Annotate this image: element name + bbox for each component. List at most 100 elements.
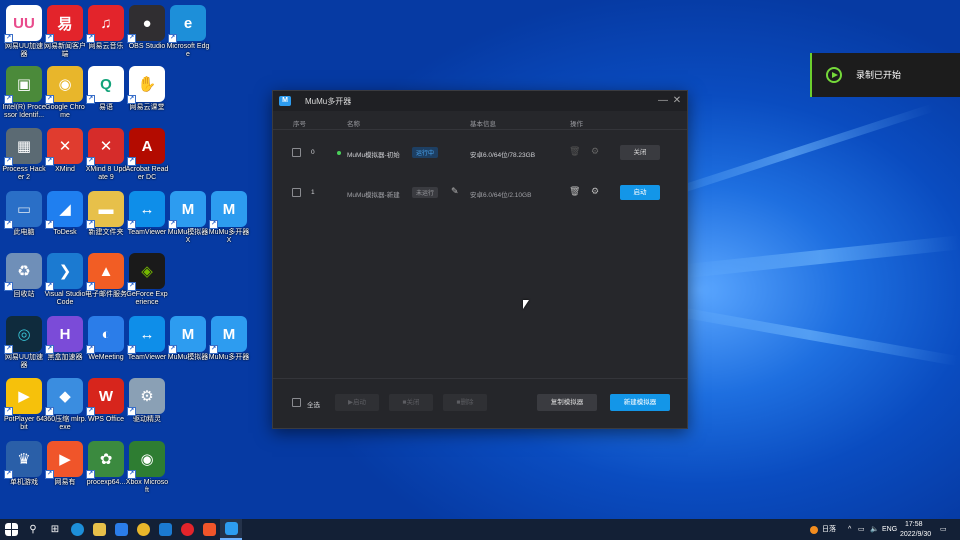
desktop-icon[interactable]: H ↗ 黑盒加速器 xyxy=(43,316,87,362)
desktop-icon-label: 黑盒加速器 xyxy=(47,354,83,361)
table-row[interactable]: 0 MuMu模拟器-初始 运行中 安卓6.0/64位/78.23GB 🗑 ⚙ 关… xyxy=(273,135,687,171)
chrome-taskbar-icon[interactable] xyxy=(132,519,154,540)
desktop-icon[interactable]: ● ↗ OBS Studio xyxy=(125,5,169,51)
app-icon: ▦ ↗ xyxy=(4,128,42,166)
desktop-icon[interactable]: W ↗ WPS Office xyxy=(84,378,128,424)
shortcut-arrow-icon: ↗ xyxy=(45,34,54,43)
gear-icon[interactable]: ⚙ xyxy=(591,186,599,197)
notification-center-icon[interactable]: ▭ xyxy=(940,519,947,540)
batch-start-button[interactable]: ▶启动 xyxy=(335,394,379,411)
table-row[interactable]: 1 MuMu模拟器-新建 ✎ 未运行 安卓6.0/64位/2.10GB 🗑 ⚙ … xyxy=(273,175,687,211)
desktop-icon[interactable]: ↔ ↗ TeamViewer xyxy=(125,191,169,237)
start-button[interactable] xyxy=(0,519,22,540)
desktop-icon[interactable]: ◉ ↗ Google Chrome xyxy=(43,66,87,120)
shortcut-arrow-icon: ↗ xyxy=(4,407,13,416)
col-actions: 操作 xyxy=(570,121,583,128)
app-icon: ↔ ↗ xyxy=(127,191,165,229)
desktop-icon[interactable]: M ↗ MuMu模拟器X xyxy=(166,191,210,245)
row-checkbox[interactable] xyxy=(292,148,301,157)
desktop-icon-label: procexp64... xyxy=(86,479,126,486)
volume-icon[interactable]: 🔈 xyxy=(870,519,879,540)
tray-expand-icon[interactable]: ^ xyxy=(848,519,851,540)
desktop-icon[interactable]: M ↗ MuMu多开器 xyxy=(207,316,251,362)
desktop-icon[interactable]: M ↗ MuMu多开器X xyxy=(207,191,251,245)
vscode-taskbar-icon[interactable] xyxy=(154,519,176,540)
trash-icon[interactable]: 🗑 xyxy=(569,146,580,157)
desktop-icon[interactable]: ♛ ↗ 单机游戏 xyxy=(2,441,46,487)
desktop-icon[interactable]: ◐ ↗ WeMeeting xyxy=(84,316,128,362)
ime-indicator[interactable]: ENG xyxy=(882,519,897,540)
desktop-icon[interactable]: 易 ↗ 网易新闻客户端 xyxy=(43,5,87,59)
select-all-checkbox[interactable] xyxy=(292,398,301,407)
desktop-icon[interactable]: ✋ ↗ 网易云课堂 xyxy=(125,66,169,112)
shortcut-arrow-icon: ↗ xyxy=(86,407,95,416)
desktop-icon[interactable]: ◎ ↗ 网易UU加速器 xyxy=(2,316,46,370)
desktop-icon[interactable]: ▲ ↗ 电子邮件服务 xyxy=(84,253,128,299)
desktop-icon[interactable]: ◢ ↗ ToDesk xyxy=(43,191,87,237)
trash-icon[interactable]: 🗑 xyxy=(569,186,580,197)
copy-emulator-button[interactable]: 复制模拟器 xyxy=(537,394,597,411)
desktop-icon[interactable]: e ↗ Microsoft Edge xyxy=(166,5,210,59)
row-info: 安卓6.0/64位/78.23GB xyxy=(470,152,536,159)
shortcut-arrow-icon: ↗ xyxy=(127,470,136,479)
desktop-icon[interactable]: ◆ ↗ 360压缩 mlrp.exe xyxy=(43,378,87,432)
desktop-icon[interactable]: A ↗ Acrobat Reader DC xyxy=(125,128,169,182)
desktop-icon[interactable]: UU ↗ 网易UU加速器 xyxy=(2,5,46,59)
desktop-icon[interactable]: ✕ ↗ XMind xyxy=(43,128,87,174)
desktop-icon[interactable]: ▶ ↗ PotPlayer 64 bit xyxy=(2,378,46,432)
netease-music-taskbar-icon[interactable] xyxy=(176,519,198,540)
desktop-icon[interactable]: ▭ ↗ 此电脑 xyxy=(2,191,46,237)
title-bar[interactable]: M MuMu多开器 — ✕ xyxy=(273,91,687,111)
app-icon: ◐ ↗ xyxy=(86,316,124,354)
minimize-button[interactable]: — xyxy=(657,95,669,107)
desktop-icon-label: MuMu模拟器X xyxy=(167,229,209,244)
desktop-icon[interactable]: Q ↗ 易语 xyxy=(84,66,128,112)
desktop-icon[interactable]: ⚙ ↗ 驱动精灵 xyxy=(125,378,169,424)
start-button[interactable]: 启动 xyxy=(620,185,660,200)
clock-date[interactable]: 2022/9/30 xyxy=(900,524,931,540)
desktop-icon[interactable]: ▬ ↗ 新建文件夹 xyxy=(84,191,128,237)
explorer-taskbar-icon[interactable] xyxy=(88,519,110,540)
desktop-icon[interactable]: ✕ ↗ XMind 8 Update 9 xyxy=(84,128,128,182)
stop-button[interactable]: 关闭 xyxy=(620,145,660,160)
app-icon: ◉ ↗ xyxy=(45,66,83,104)
mumu-taskbar-icon[interactable] xyxy=(220,519,242,540)
weather-text[interactable]: 日落 xyxy=(822,519,836,540)
task-view-icon[interactable]: ⊞ xyxy=(44,519,66,540)
desktop-icon[interactable]: ▦ ↗ Process Hacker 2 xyxy=(2,128,46,182)
desktop-icon[interactable]: ♻ ↗ 回收站 xyxy=(2,253,46,299)
app-taskbar-icon[interactable] xyxy=(198,519,220,540)
shortcut-arrow-icon: ↗ xyxy=(45,95,54,104)
shortcut-arrow-icon: ↗ xyxy=(86,345,95,354)
row-name: MuMu模拟器-初始 xyxy=(347,152,400,159)
desktop-icon[interactable]: M ↗ MuMu模拟器 xyxy=(166,316,210,362)
desktop-icon[interactable]: ◈ ↗ GeForce Experience xyxy=(125,253,169,307)
create-emulator-button[interactable]: 新建模拟器 xyxy=(610,394,670,411)
shortcut-arrow-icon: ↗ xyxy=(86,282,95,291)
desktop-icon[interactable]: ♫ ↗ 网易云音乐 xyxy=(84,5,128,51)
app-icon: ◉ ↗ xyxy=(127,441,165,479)
desktop-icon-label: Visual Studio Code xyxy=(44,291,86,306)
taskbar: ⚲ ⊞ 日落 ^ ▭ 🔈 ENG 17:58 2022/9/30 ▭ xyxy=(0,519,960,540)
desktop-icon[interactable]: ▣ ↗ Intel(R) Processor Identif... xyxy=(2,66,46,120)
gear-icon[interactable]: ⚙ xyxy=(591,146,599,157)
network-icon[interactable]: ▭ xyxy=(858,519,865,540)
batch-delete-button[interactable]: ■删除 xyxy=(443,394,487,411)
mail-taskbar-icon[interactable] xyxy=(110,519,132,540)
batch-stop-button[interactable]: ■关闭 xyxy=(389,394,433,411)
desktop-icon[interactable]: ❯ ↗ Visual Studio Code xyxy=(43,253,87,307)
desktop-icon[interactable]: ▶ ↗ 网易有 xyxy=(43,441,87,487)
desktop-icon[interactable]: ✿ ↗ procexp64... xyxy=(84,441,128,487)
desktop-icon[interactable]: ↔ ↗ TeamViewer xyxy=(125,316,169,362)
app-icon: ♛ ↗ xyxy=(4,441,42,479)
row-checkbox[interactable] xyxy=(292,188,301,197)
recording-notification[interactable]: 录制已开始 xyxy=(810,53,960,97)
search-icon[interactable]: ⚲ xyxy=(22,519,44,540)
desktop-icon[interactable]: ◉ ↗ Xbox Microsoft xyxy=(125,441,169,495)
app-icon: ▬ ↗ xyxy=(86,191,124,229)
desktop-icon-label: WeMeeting xyxy=(88,354,124,361)
close-button[interactable]: ✕ xyxy=(671,95,683,107)
edit-icon[interactable]: ✎ xyxy=(451,186,459,197)
desktop-icon-label: ToDesk xyxy=(53,229,77,236)
edge-taskbar-icon[interactable] xyxy=(66,519,88,540)
